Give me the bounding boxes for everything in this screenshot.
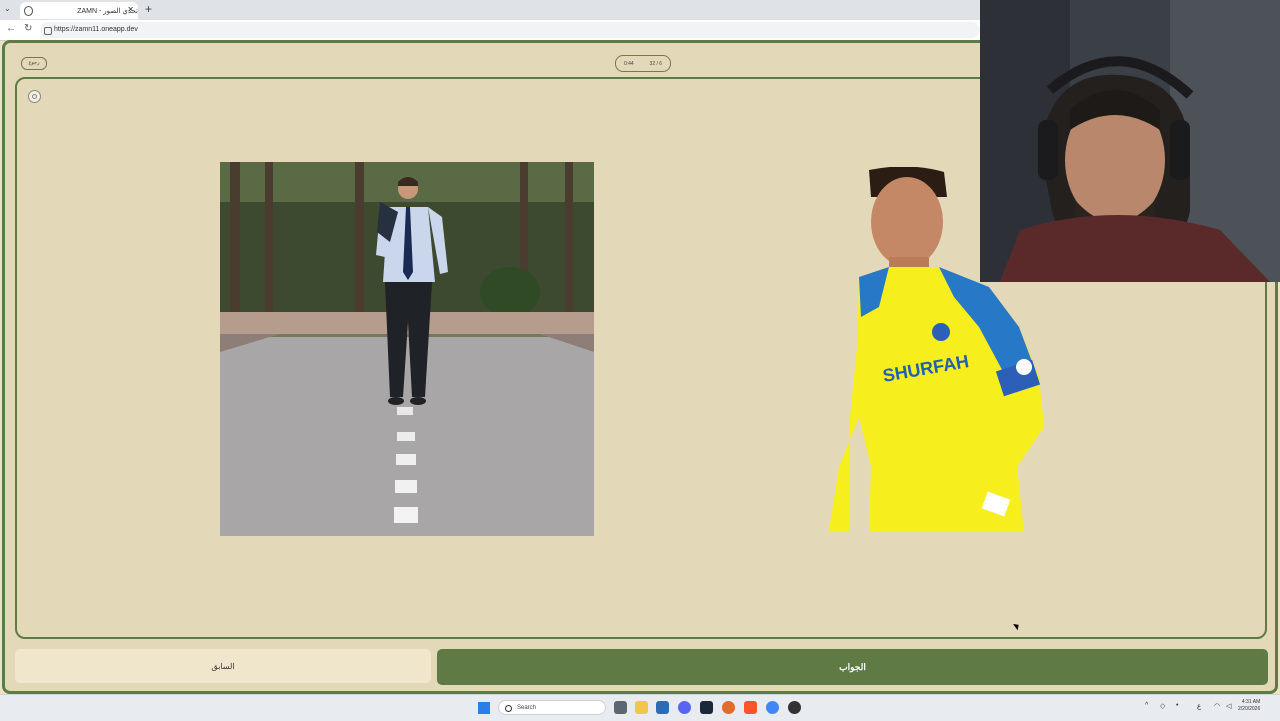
tab-menu-icon[interactable]: ⌄ bbox=[4, 4, 11, 13]
app-icon-orange[interactable] bbox=[722, 701, 735, 714]
chevron-up-icon[interactable]: ^ bbox=[1145, 702, 1148, 709]
mic-icon[interactable]: • bbox=[1176, 702, 1178, 709]
taskbar-clock[interactable]: 4:31 AM 2/20/2026 bbox=[1238, 699, 1260, 713]
brave-icon[interactable] bbox=[744, 701, 757, 714]
webcam-overlay bbox=[980, 0, 1280, 282]
clock-date: 2/20/2026 bbox=[1238, 706, 1261, 712]
task-view-icon[interactable] bbox=[614, 701, 627, 714]
store-icon[interactable] bbox=[656, 701, 669, 714]
obs-icon[interactable] bbox=[788, 701, 801, 714]
taskbar: Search ^ ◇ • ع ◠ ◁ 4:31 AM 2/20/2026 bbox=[0, 694, 1280, 721]
site-info-icon[interactable] bbox=[44, 27, 52, 35]
file-explorer-icon[interactable] bbox=[635, 701, 648, 714]
back-arrow-icon[interactable]: ← bbox=[6, 23, 16, 34]
previous-button[interactable]: السابق bbox=[15, 649, 431, 683]
taskbar-search[interactable]: Search bbox=[498, 700, 606, 715]
answer-button[interactable]: الجواب bbox=[437, 649, 1268, 685]
wifi-icon[interactable]: ◠ bbox=[1214, 702, 1220, 710]
chrome-icon[interactable] bbox=[766, 701, 779, 714]
url-text: https://zamn11.oneapp.dev bbox=[54, 26, 138, 33]
progress-counter: 32 / 6 bbox=[649, 60, 663, 67]
timer: 0:44 bbox=[623, 60, 634, 67]
close-icon[interactable]: ✕ bbox=[127, 5, 134, 14]
volume-icon[interactable]: ◁ bbox=[1226, 702, 1231, 710]
search-placeholder: Search bbox=[517, 705, 537, 711]
status-pill: 0:44 32 / 6 bbox=[615, 55, 671, 72]
browser-tab[interactable]: ZAMN - تحدي الصور ✕ bbox=[20, 2, 138, 19]
steam-icon[interactable] bbox=[700, 701, 713, 714]
plus-icon[interactable]: + bbox=[145, 2, 152, 16]
search-icon bbox=[505, 705, 512, 712]
reload-icon[interactable]: ↻ bbox=[24, 23, 32, 34]
discord-icon[interactable] bbox=[678, 701, 691, 714]
network-icon[interactable]: ◇ bbox=[1160, 702, 1165, 710]
globe-icon bbox=[24, 5, 34, 16]
clock-time: 4:31 AM bbox=[1241, 699, 1261, 705]
windows-start-icon[interactable] bbox=[478, 702, 490, 714]
url-field[interactable]: https://zamn11.oneapp.dev bbox=[40, 22, 980, 38]
language-indicator[interactable]: ع bbox=[1197, 702, 1201, 710]
photo-man-walking bbox=[220, 162, 594, 536]
camera-icon[interactable] bbox=[28, 90, 41, 103]
back-button[interactable]: رجوع bbox=[21, 57, 47, 70]
